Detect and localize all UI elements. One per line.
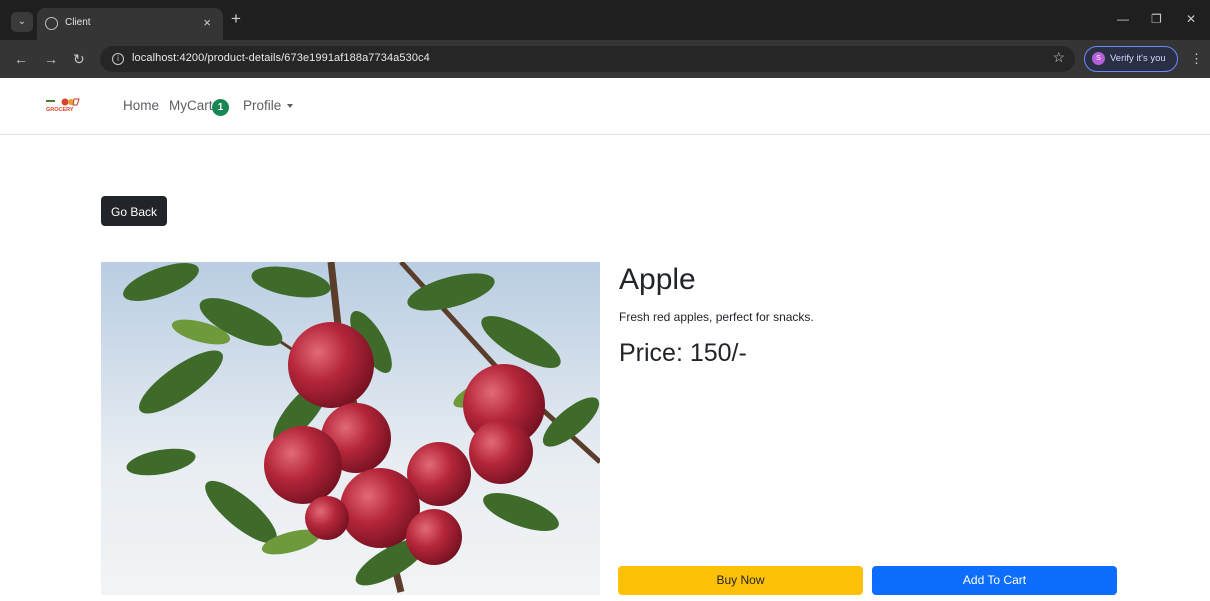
svg-text:GROCERY: GROCERY bbox=[46, 107, 74, 113]
nav-mycart-link[interactable]: MyCart bbox=[169, 98, 213, 113]
bookmark-star-icon[interactable]: ☆ bbox=[1052, 49, 1065, 66]
buy-now-button[interactable]: Buy Now bbox=[618, 566, 863, 595]
reload-icon[interactable]: ↻ bbox=[73, 51, 85, 68]
tab-title: Client bbox=[65, 17, 91, 28]
product-image bbox=[101, 262, 600, 595]
tab-list-icon[interactable]: ⌄ bbox=[11, 12, 33, 32]
browser-tab[interactable]: Client × bbox=[37, 8, 223, 40]
add-to-cart-button[interactable]: Add To Cart bbox=[872, 566, 1117, 595]
close-icon[interactable]: × bbox=[203, 15, 211, 30]
browser-address-bar: ← → ↻ i localhost:4200/product-details/6… bbox=[0, 40, 1210, 78]
nav-home-link[interactable]: Home bbox=[123, 98, 159, 113]
nav-profile-dropdown[interactable]: Profile bbox=[243, 98, 294, 113]
new-tab-button[interactable]: + bbox=[231, 9, 241, 29]
product-price: Price: 150/- bbox=[619, 339, 747, 367]
product-name: Apple bbox=[619, 263, 696, 296]
app-navbar: GROCERY Home MyCart 1 Profile bbox=[0, 78, 1210, 135]
site-info-icon[interactable]: i bbox=[112, 53, 124, 65]
globe-icon bbox=[45, 17, 58, 30]
back-icon[interactable]: ← bbox=[14, 51, 28, 67]
verify-label: Verify it's you bbox=[1110, 53, 1166, 64]
grocery-logo[interactable]: GROCERY bbox=[44, 97, 81, 113]
caret-down-icon bbox=[287, 104, 294, 108]
restore-icon[interactable]: ❐ bbox=[1151, 12, 1162, 26]
cart-count-badge: 1 bbox=[212, 99, 229, 116]
url-field[interactable]: i localhost:4200/product-details/673e199… bbox=[100, 46, 1075, 72]
go-back-button[interactable]: Go Back bbox=[101, 196, 167, 226]
product-description: Fresh red apples, perfect for snacks. bbox=[619, 310, 814, 324]
forward-icon[interactable]: → bbox=[44, 51, 58, 67]
verify-identity-button[interactable]: S Verify it's you bbox=[1084, 46, 1178, 72]
browser-tab-strip: ⌄ Client × + — ❐ ✕ bbox=[0, 0, 1210, 40]
url-text[interactable]: localhost:4200/product-details/673e1991a… bbox=[132, 52, 430, 64]
profile-label: Profile bbox=[243, 98, 282, 113]
minimize-icon[interactable]: — bbox=[1117, 12, 1129, 26]
window-close-icon[interactable]: ✕ bbox=[1186, 12, 1196, 26]
menu-kebab-icon[interactable]: ⋮ bbox=[1190, 51, 1203, 67]
avatar: S bbox=[1092, 52, 1105, 65]
